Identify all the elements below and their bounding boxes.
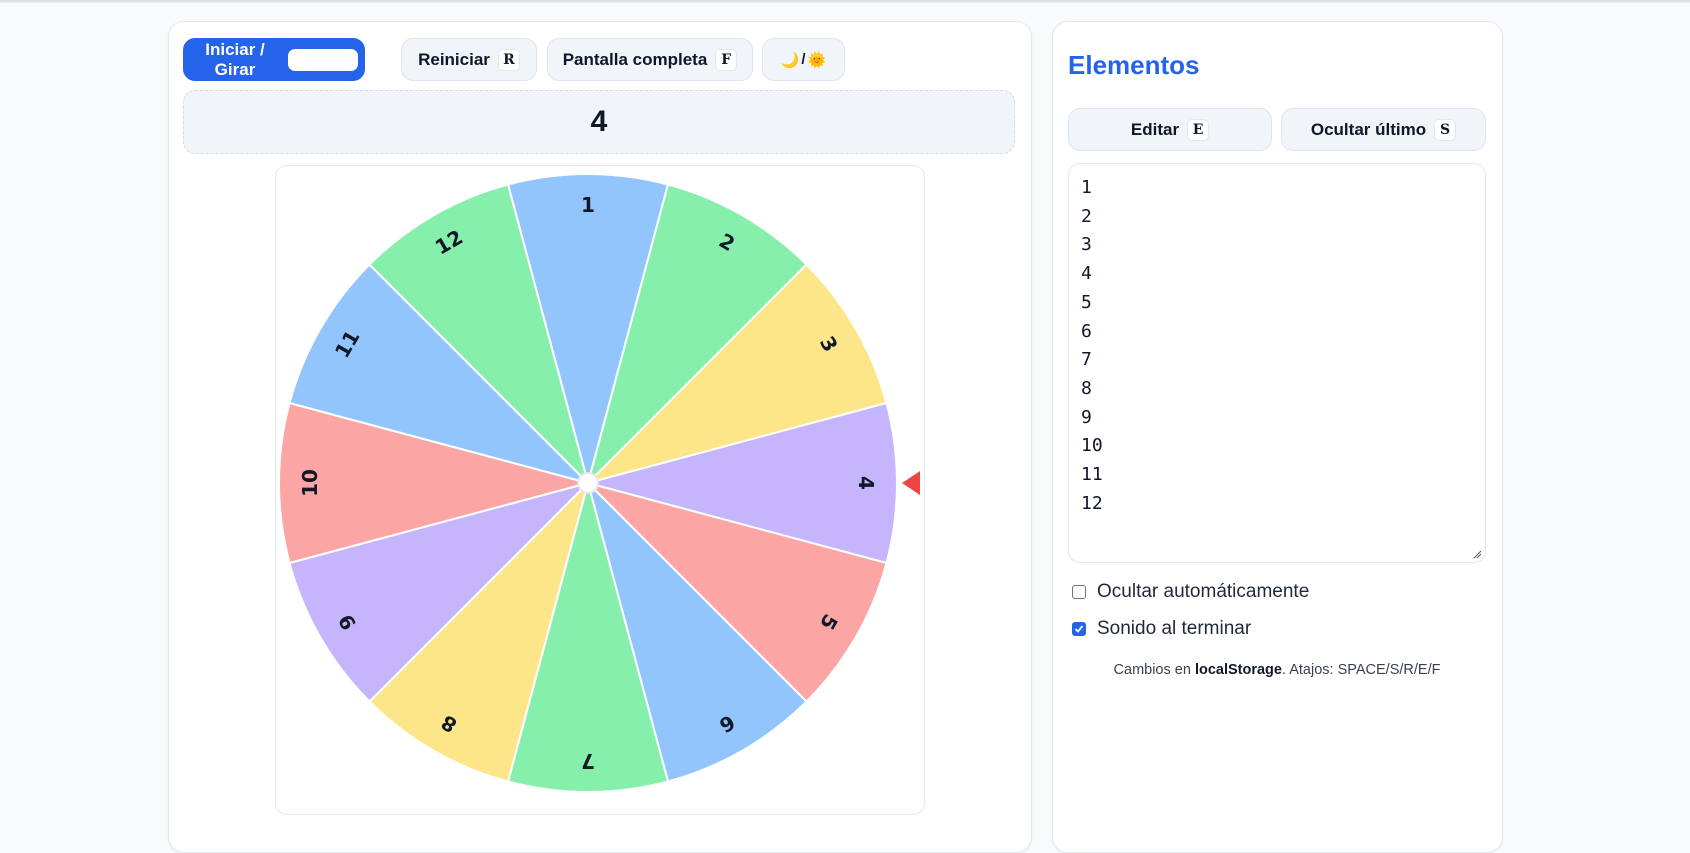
- item-line: 8: [1081, 377, 1092, 399]
- item-line: 3: [1081, 234, 1092, 256]
- sound-checkbox[interactable]: [1072, 622, 1086, 636]
- hide-last-button[interactable]: Ocultar último S: [1281, 108, 1486, 151]
- auto-hide-label: Ocultar automáticamente: [1097, 581, 1310, 602]
- theme-separator: /: [801, 51, 806, 68]
- item-line: 10: [1081, 435, 1103, 457]
- moon-icon: 🌙: [780, 51, 800, 69]
- footnote-storage: localStorage: [1194, 662, 1282, 678]
- reset-key-badge: R: [497, 48, 520, 71]
- wheel-pointer-icon: [902, 471, 920, 495]
- spin-button[interactable]: Iniciar / Girar: [183, 38, 365, 81]
- footnote: Cambios en localStorage. Atajos: SPACE/S…: [1068, 662, 1486, 678]
- sound-option[interactable]: Sonido al terminar: [1072, 618, 1251, 640]
- wheel-hub: [577, 472, 599, 494]
- wheel-label-10: 10: [298, 469, 322, 497]
- wheel-label-7: 7: [581, 749, 595, 773]
- hide-last-button-label: Ocultar último: [1310, 119, 1427, 139]
- space-key-badge: [288, 48, 358, 71]
- wheel-label-4: 4: [854, 476, 878, 490]
- item-line: 1: [1081, 177, 1092, 198]
- edit-button[interactable]: Editar E: [1068, 108, 1272, 151]
- item-line: 12: [1081, 492, 1103, 514]
- result-display: 4: [183, 90, 1015, 154]
- wheel[interactable]: 123456789101112: [276, 166, 926, 816]
- edit-button-label: Editar: [1130, 119, 1180, 139]
- item-line: 7: [1081, 349, 1092, 371]
- check-icon: [1074, 625, 1084, 633]
- item-line: 11: [1081, 464, 1103, 485]
- wheel-frame: 1 2 3 4 5 6 7 8 9 10 11 12: [275, 165, 925, 815]
- result-value: 4: [590, 105, 608, 138]
- item-line: 4: [1081, 263, 1092, 285]
- wheel-label-1: 1: [581, 193, 595, 217]
- fullscreen-button-label: Pantalla completa: [562, 49, 708, 69]
- resize-grip-icon[interactable]: [1472, 549, 1482, 559]
- reset-button[interactable]: Reiniciar R: [401, 38, 537, 81]
- sound-label: Sonido al terminar: [1097, 618, 1252, 639]
- footnote-prefix: Cambios en: [1113, 662, 1195, 678]
- items-textarea[interactable]: 1 2 3 4 5 6 7 8 9 10 11 12: [1068, 163, 1486, 563]
- auto-hide-option[interactable]: Ocultar automáticamente: [1072, 581, 1309, 603]
- browser-top-edge: [0, 0, 1690, 3]
- footnote-shortcuts: . Atajos: SPACE/S/R/E/F: [1281, 662, 1441, 678]
- fullscreen-key-badge: F: [715, 48, 738, 71]
- panel-title: Elementos: [1068, 50, 1200, 80]
- fullscreen-button[interactable]: Pantalla completa F: [547, 38, 753, 81]
- item-line: 9: [1081, 406, 1092, 428]
- theme-toggle-button[interactable]: 🌙 / 🌞: [762, 38, 845, 81]
- sun-icon: 🌞: [807, 51, 827, 69]
- spin-button-label: Iniciar / Girar: [205, 39, 265, 79]
- item-line: 6: [1081, 320, 1092, 342]
- reset-button-label: Reiniciar: [418, 49, 490, 69]
- item-line: 5: [1081, 291, 1092, 313]
- item-line: 2: [1081, 205, 1092, 227]
- auto-hide-checkbox[interactable]: [1072, 585, 1086, 599]
- edit-key-badge: E: [1187, 118, 1210, 141]
- hide-last-key-badge: S: [1434, 118, 1457, 141]
